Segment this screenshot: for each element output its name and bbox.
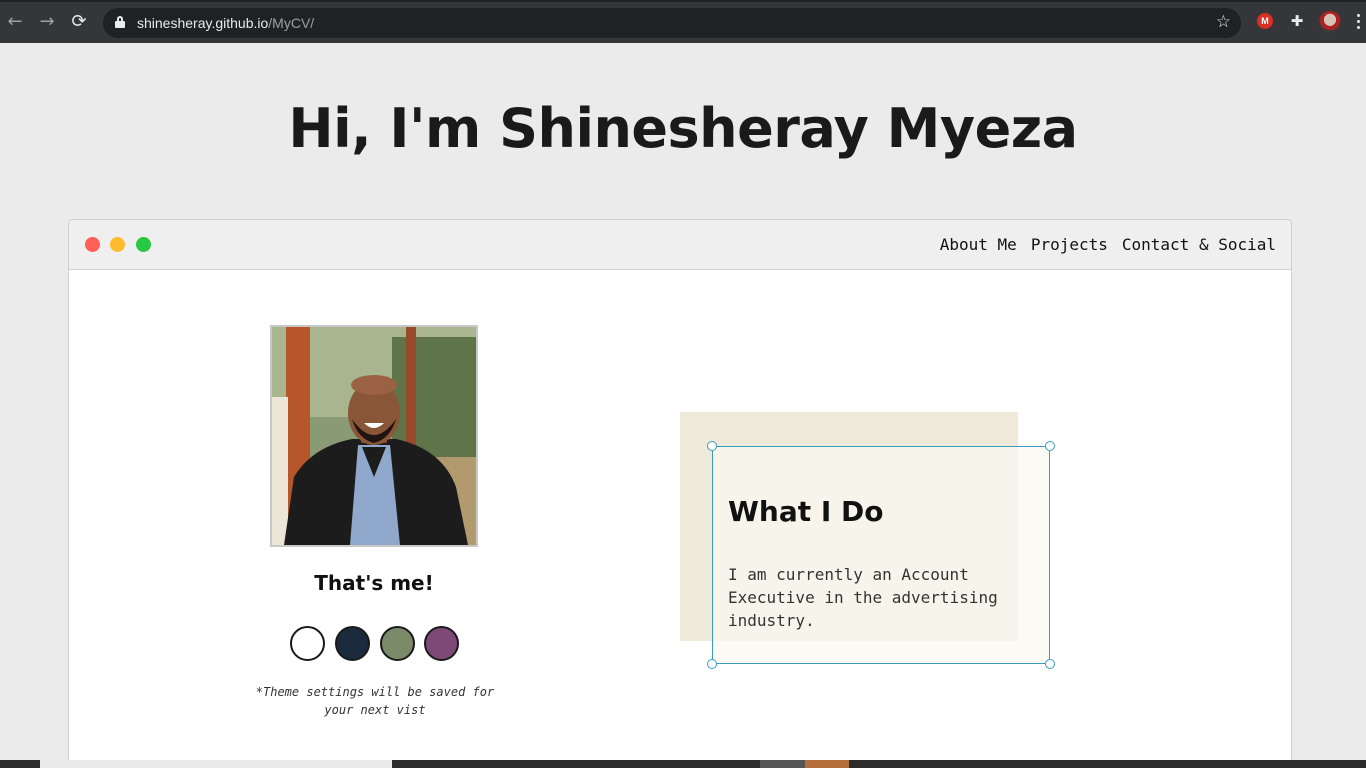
content-window: About Me Projects Contact & Social That'… [68,219,1292,768]
url-text[interactable]: shinesheray.github.io/MyCV/ [137,15,314,31]
url-host: shinesheray.github.io [137,15,269,31]
theme-swatch-purple[interactable] [424,626,459,661]
resize-handle-bottom-right[interactable] [1045,659,1055,669]
url-path: /MyCV/ [268,15,315,31]
lock-icon [115,16,125,28]
theme-note: *Theme settings will be saved for your n… [255,685,495,717]
profile-avatar[interactable] [1319,11,1341,33]
main-nav: About Me Projects Contact & Social [940,235,1276,255]
what-i-do-card: What I Do I am currently an Account Exec… [707,441,1055,669]
forward-icon[interactable]: → [36,11,58,33]
profile-photo [270,325,478,547]
menu-icon[interactable] [1357,14,1361,32]
resize-handle-top-left[interactable] [707,441,717,451]
m-extension-icon[interactable]: M [1257,13,1273,29]
taskbar-segment [805,760,849,768]
puzzle-icon[interactable]: ✚ [1289,13,1305,29]
theme-swatch-green[interactable] [380,626,415,661]
nav-projects[interactable]: Projects [1031,235,1108,255]
browser-toolbar: ← → ⟳ shinesheray.github.io/MyCV/ ☆ M ✚ [0,0,1366,43]
reload-icon[interactable]: ⟳ [68,11,90,33]
star-icon[interactable]: ☆ [1216,12,1231,32]
close-dot-icon [85,237,100,252]
taskbar-segment [40,760,392,768]
what-i-do-title: What I Do [728,495,884,528]
taskbar [0,760,1366,768]
theme-swatch-light[interactable] [290,626,325,661]
theme-swatch-blue[interactable] [335,626,370,661]
nav-contact-social[interactable]: Contact & Social [1122,235,1276,255]
nav-about-me[interactable]: About Me [940,235,1017,255]
taskbar-segment [760,760,805,768]
minimize-dot-icon [110,237,125,252]
resize-handle-bottom-left[interactable] [707,659,717,669]
back-icon[interactable]: ← [4,11,26,33]
theme-swatches [290,626,460,664]
maximize-dot-icon [136,237,151,252]
resize-handle-top-right[interactable] [1045,441,1055,451]
profile-caption: That's me! [314,571,434,595]
page-title: Hi, I'm Shinesheray Myeza [288,97,1078,160]
what-i-do-text: I am currently an Account Executive in t… [728,565,998,630]
address-bar[interactable]: shinesheray.github.io/MyCV/ ☆ [103,8,1241,38]
window-titlebar: About Me Projects Contact & Social [69,220,1291,270]
